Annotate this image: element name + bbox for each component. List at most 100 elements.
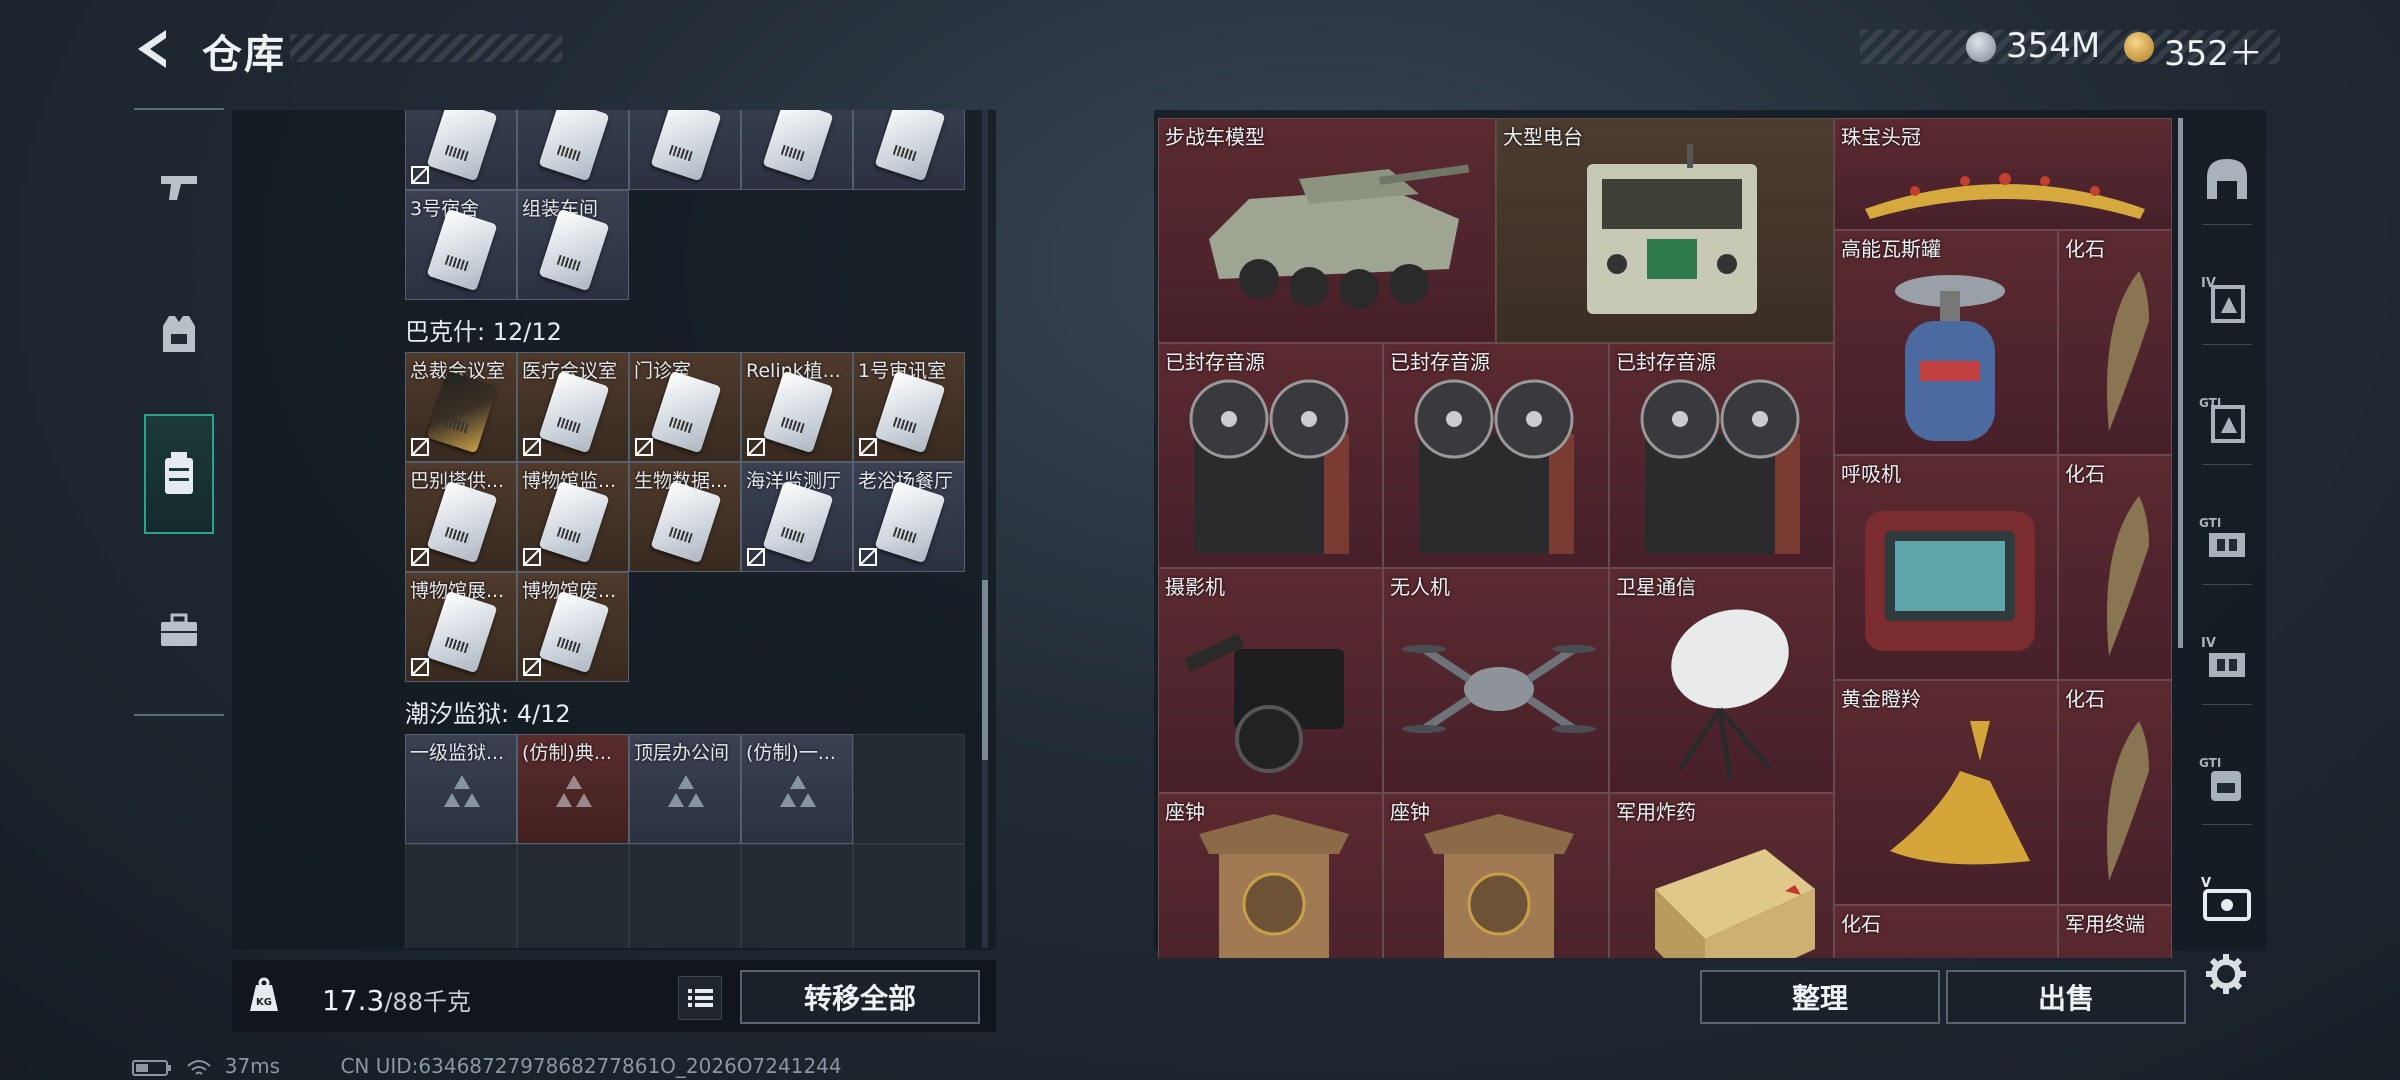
tab-weapons[interactable] [144,126,214,246]
item-label: 已封存音源 [1165,350,1265,374]
keycard-slot[interactable]: 生物数据... [629,462,741,572]
storage-box-icon [165,452,193,494]
title-decoration [290,34,562,62]
keycard-slot-empty[interactable] [517,844,629,948]
tab-storage[interactable] [144,414,214,534]
keycard-slot-locked[interactable]: 顶层办公间 [629,734,741,844]
golden-gazelle-image [1890,721,2030,865]
filter-rig-gti[interactable]: GTI [2196,508,2258,570]
keycard-slot[interactable]: 巴别塔供... [405,462,517,572]
stash-grid[interactable]: 步战车模型 大型电台 珠宝头冠 高能瓦斯罐 化石 已封存音源 已封存音源 已封存… [1158,118,2172,958]
keycard-slot-empty[interactable] [853,844,965,948]
keycard-list[interactable]: 3号宿舍 组装车间 巴克什: 12/12 总裁会议室 医疗会议室 门诊室 Rel… [405,110,975,948]
filter-armor-gti[interactable]: GTI [2196,388,2258,450]
group-title-tidal-prison: 潮汐监狱: 4/12 [405,700,571,728]
tab-gear[interactable] [144,274,214,394]
weight-icon: KG [250,977,278,1011]
item-fossil[interactable]: 化石 [1834,905,2058,958]
settings-gear-icon[interactable] [2204,952,2248,996]
organize-button[interactable]: 整理 [1700,970,1940,1024]
rig-gti-icon: GTI [2199,516,2245,557]
item-drone[interactable]: 无人机 [1383,568,1609,793]
item-large-radio[interactable]: 大型电台 [1496,118,1834,343]
equipment-filter-bar: IV GTI GTI IV GTI V [2188,110,2266,950]
keycard-slot[interactable]: 博物馆监... [517,462,629,572]
list-icon [688,989,713,1007]
item-fossil[interactable]: 化石 [2058,455,2172,680]
currency-gold-value[interactable]: 352＋ [2164,26,2263,75]
tab-toolbox[interactable] [144,570,214,690]
category-tabs [134,108,224,716]
filter-backpack-gti[interactable]: GTI [2196,748,2258,810]
item-fossil[interactable]: 化石 [2058,680,2172,905]
item-gas-canister[interactable]: 高能瓦斯罐 [1834,230,2058,455]
keycard-slot[interactable]: 博物馆展... [405,572,517,682]
keycard-slot-empty[interactable] [405,844,517,948]
no-trade-icon [411,658,429,676]
filter-helmet[interactable] [2196,148,2258,210]
keycard-scroll-thumb[interactable] [982,580,988,760]
keycard-slot-locked[interactable]: 一级监狱... [405,734,517,844]
list-view-button[interactable] [678,976,722,1020]
filter-armor-iv[interactable]: IV [2196,268,2258,330]
drone-image [1402,645,1596,733]
filter-case-v[interactable]: V [2196,868,2258,930]
keycard-slot-locked[interactable]: (仿制)典... [517,734,629,844]
keycard-slot-locked[interactable]: (仿制)一... [741,734,853,844]
keycard-slot[interactable] [629,110,741,190]
keycard-slot[interactable]: 医疗会议室 [517,352,629,462]
satellite-dish-image [1671,609,1789,780]
status-bar: 37ms CN UID:6346872797868277861O_2026O72… [132,1054,842,1078]
keycard-slot[interactable]: 3号宿舍 [405,190,517,300]
item-satellite-comm[interactable]: 卫星通信 [1609,568,1834,793]
no-trade-icon [411,548,429,566]
item-military-terminal[interactable]: 军用终端 [2058,905,2172,958]
item-ventilator[interactable]: 呼吸机 [1834,455,2058,680]
gold-coin-icon[interactable] [2124,32,2154,62]
keycard-slot[interactable]: 组装车间 [517,190,629,300]
item-video-camera[interactable]: 摄影机 [1158,568,1383,793]
no-trade-icon [523,658,541,676]
keycard-slot[interactable]: 总裁会议室 [405,352,517,462]
item-mantel-clock[interactable]: 座钟 [1383,793,1609,958]
item-military-explosive[interactable]: 军用炸药 [1609,793,1834,958]
keycard-slot[interactable]: Relink植... [741,352,853,462]
uid-text: CN UID:6346872797868277861O_2026O7241244 [340,1054,842,1078]
keycard-slot[interactable] [741,110,853,190]
keycard-slot-empty[interactable] [853,734,965,844]
item-sealed-audio[interactable]: 已封存音源 [1383,343,1609,568]
pistol-icon [161,176,197,200]
sell-button[interactable]: 出售 [1946,970,2186,1024]
back-arrow-icon[interactable] [128,24,178,74]
keycard-slot[interactable]: 1号审讯室 [853,352,965,462]
no-trade-icon [747,438,765,456]
item-sealed-audio[interactable]: 已封存音源 [1609,343,1834,568]
no-trade-icon [859,548,877,566]
item-sealed-audio[interactable]: 已封存音源 [1158,343,1383,568]
keycard-slot[interactable] [405,110,517,190]
filter-rig-iv[interactable]: IV [2196,628,2258,690]
keycard-slot-empty[interactable] [741,844,853,948]
transfer-all-button[interactable]: 转移全部 [740,970,980,1024]
keycard-slot[interactable] [517,110,629,190]
keycard-scrollbar[interactable] [982,110,988,948]
item-mantel-clock[interactable]: 座钟 [1158,793,1383,958]
keycard-slot[interactable] [853,110,965,190]
item-ifv-model[interactable]: 步战车模型 [1158,118,1496,343]
radio-image [1587,144,1757,314]
item-jewel-crown[interactable]: 珠宝头冠 [1834,118,2172,230]
weight-current: 17.3 [322,984,385,1017]
item-golden-gazelle[interactable]: 黄金瞪羚 [1834,680,2058,905]
no-trade-icon [523,438,541,456]
keycard-slot[interactable]: 海洋监测厅 [741,462,853,572]
keycard-slot[interactable]: 老浴场餐厅 [853,462,965,572]
keycard-slot[interactable]: 博物馆废... [517,572,629,682]
item-label: 化石 [1841,912,1881,936]
stash-scrollbar[interactable] [2178,118,2183,648]
keycard-slot[interactable]: 门诊室 [629,352,741,462]
no-trade-icon [635,438,653,456]
item-fossil[interactable]: 化石 [2058,230,2172,455]
item-label: 摄影机 [1165,575,1225,599]
item-label: 卫星通信 [1616,575,1696,599]
keycard-slot-empty[interactable] [629,844,741,948]
